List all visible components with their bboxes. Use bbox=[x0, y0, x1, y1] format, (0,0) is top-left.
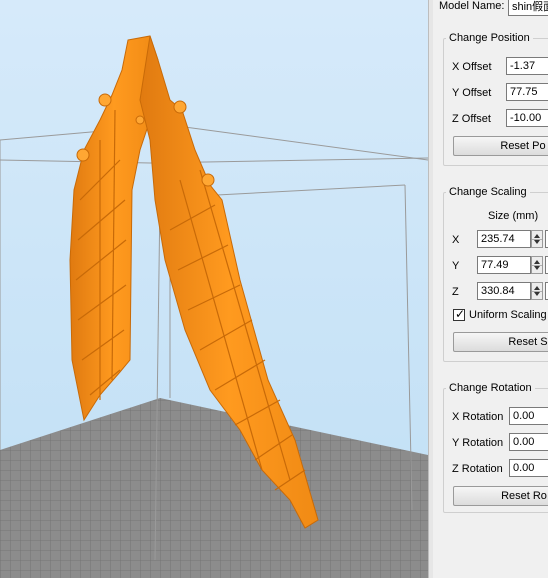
model-name-field[interactable]: shin假面 bbox=[508, 0, 548, 16]
scale-z-label: Z bbox=[452, 286, 459, 298]
change-rotation-title: Change Rotation bbox=[446, 382, 535, 394]
scale-y-input[interactable]: 77.49 bbox=[477, 256, 531, 274]
model-name-label: Model Name: bbox=[439, 0, 505, 12]
scale-z-input[interactable]: 330.84 bbox=[477, 282, 531, 300]
y-offset-input[interactable]: 77.75 bbox=[506, 83, 548, 101]
scale-z-spinner[interactable] bbox=[531, 282, 543, 300]
x-rotation-label: X Rotation bbox=[452, 411, 504, 423]
change-scaling-title: Change Scaling bbox=[446, 186, 530, 198]
scale-x-spinner[interactable] bbox=[531, 230, 543, 248]
viewport-canvas[interactable] bbox=[0, 0, 428, 578]
x-offset-label: X Offset bbox=[452, 61, 492, 73]
scale-x-label: X bbox=[452, 234, 460, 246]
z-offset-label: Z Offset bbox=[452, 113, 491, 125]
checkmark-icon: ✓ bbox=[455, 307, 466, 321]
uniform-scaling-label: Uniform Scaling bbox=[469, 309, 547, 321]
y-offset-label: Y Offset bbox=[452, 87, 492, 99]
z-rotation-label: Z Rotation bbox=[452, 463, 503, 475]
scale-y-label: Y bbox=[452, 260, 460, 272]
reset-scaling-button[interactable]: Reset S bbox=[453, 332, 548, 352]
reset-rotation-button[interactable]: Reset Ro bbox=[453, 486, 548, 506]
z-offset-input[interactable]: -10.00 bbox=[506, 109, 548, 127]
y-rotation-input[interactable]: 0.00 bbox=[509, 433, 548, 451]
x-rotation-input[interactable]: 0.00 bbox=[509, 407, 548, 425]
scale-y-spinner[interactable] bbox=[531, 256, 543, 274]
reset-position-button[interactable]: Reset Po bbox=[453, 136, 548, 156]
change-position-title: Change Position bbox=[446, 32, 533, 44]
x-offset-input[interactable]: -1.37 bbox=[506, 57, 548, 75]
size-mm-header: Size (mm) bbox=[488, 210, 539, 222]
uniform-scaling-checkbox[interactable]: ✓ bbox=[453, 307, 466, 321]
scale-x-input[interactable]: 235.74 bbox=[477, 230, 531, 248]
y-rotation-label: Y Rotation bbox=[452, 437, 504, 449]
z-rotation-input[interactable]: 0.00 bbox=[509, 459, 548, 477]
properties-panel: Model Name: shin假面 Change Position X Off… bbox=[433, 0, 548, 578]
3d-viewport[interactable] bbox=[0, 0, 428, 578]
